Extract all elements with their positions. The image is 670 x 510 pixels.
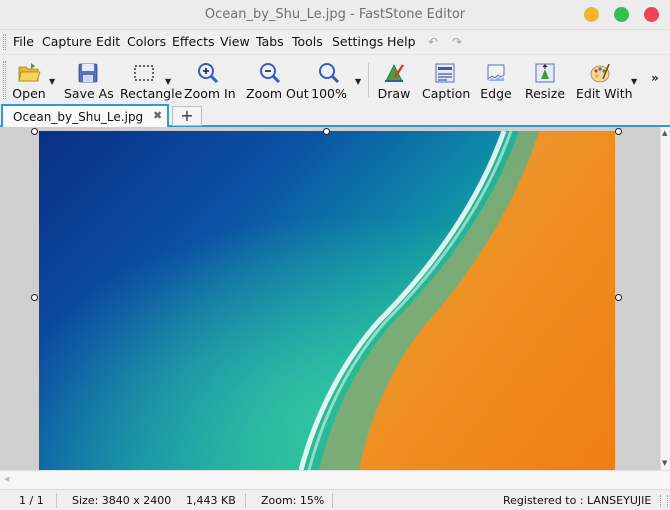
scroll-left-icon[interactable]: ◀ [4,475,9,483]
menu-help[interactable]: Help [387,34,416,49]
resize-handle-right[interactable] [615,294,622,301]
edge-label: Edge [480,86,512,101]
open-label: Open [12,86,46,101]
edge-icon [487,64,505,81]
status-separator [332,493,333,508]
scroll-down-icon[interactable]: ▼ [662,459,667,467]
new-tab-button[interactable]: + [172,106,202,126]
selection-rectangle-icon [134,65,154,81]
size-grip[interactable] [660,495,668,507]
resize-icon [535,63,555,83]
draw-icon [385,64,404,82]
rectangle-label: Rectangle [120,86,183,101]
edit-with-button[interactable]: Edit With [576,59,633,103]
rectangle-button[interactable]: Rectangle [120,59,182,103]
open-button[interactable]: Open [12,59,46,103]
ocean-image[interactable] [39,131,615,470]
status-zoom: Zoom: 15% [261,494,325,507]
canvas-area[interactable] [0,127,660,470]
status-page: 1 / 1 [19,494,44,507]
toolbar-overflow-icon[interactable]: » [651,71,659,85]
caption-label: Caption [422,86,471,101]
close-button[interactable] [644,7,659,22]
maximize-button[interactable] [614,7,629,22]
undo-icon[interactable]: ↶ [428,35,438,49]
zoom-in-icon [198,63,219,84]
draw-label: Draw [377,86,411,101]
zoom-100-label: 100% [311,86,347,101]
horizontal-scrollbar[interactable]: ◀ [0,470,670,489]
menu-colors[interactable]: Colors [127,34,166,49]
caption-button[interactable]: Caption [422,59,470,103]
resize-button[interactable]: Resize [525,59,565,103]
edit-with-dropdown-icon[interactable]: ▼ [631,77,637,86]
resize-label: Resize [524,86,566,101]
save-as-button[interactable]: Save As [64,59,114,103]
status-bar: 1 / 1 Size: 3840 x 2400 1,443 KB Zoom: 1… [0,489,670,510]
menu-tabs[interactable]: Tabs [256,34,284,49]
resize-handle-top-left[interactable] [31,128,38,135]
status-filesize: 1,443 KB [186,494,236,507]
menubar-grip[interactable] [3,34,6,50]
open-dropdown-icon[interactable]: ▼ [49,77,55,86]
menu-bar: File Capture Edit Colors Effects View Ta… [0,30,670,54]
tab-ocean-image[interactable]: Ocean_by_Shu_Le.jpg ✖ [1,104,169,127]
magnifier-icon [319,63,340,84]
resize-handle-top-right[interactable] [615,128,622,135]
menu-view[interactable]: View [220,34,250,49]
menu-edit[interactable]: Edit [96,34,120,49]
menu-effects[interactable]: Effects [172,34,215,49]
scroll-up-icon[interactable]: ▲ [662,129,667,137]
tab-close-icon[interactable]: ✖ [153,109,162,122]
tab-strip: Ocean_by_Shu_Le.jpg ✖ + [0,103,670,127]
zoom-100-button[interactable]: 100% [311,59,347,103]
draw-button[interactable]: Draw [378,59,410,103]
zoom-out-button[interactable]: Zoom Out [246,59,309,103]
status-separator [245,493,246,508]
menu-settings[interactable]: Settings [332,34,383,49]
menu-file[interactable]: File [13,34,34,49]
status-separator [56,493,57,508]
menu-capture[interactable]: Capture [42,34,92,49]
window-title: Ocean_by_Shu_Le.jpg - FastStone Editor [204,7,466,22]
status-registered: Registered to : LANSEYUJIE [503,494,652,507]
vertical-scrollbar[interactable]: ▲ ▼ [660,127,670,470]
tab-label: Ocean_by_Shu_Le.jpg [13,110,144,124]
resize-handle-left[interactable] [31,294,38,301]
resize-handle-top[interactable] [323,128,330,135]
menu-tools[interactable]: Tools [292,34,323,49]
toolbar: Open ▼ Save As Rectangle ▼ Zoom In Zoom … [0,54,670,103]
zoom-in-button[interactable]: Zoom In [184,59,236,103]
edit-with-label: Edit With [576,86,633,101]
app-window: Ocean_by_Shu_Le.jpg - FastStone Editor F… [0,0,670,510]
floppy-disk-icon [78,63,98,83]
edge-button[interactable]: Edge [480,59,512,103]
save-as-label: Save As [64,86,114,101]
minimize-button[interactable] [584,7,599,22]
status-size: Size: 3840 x 2400 [72,494,172,507]
toolbar-separator [368,63,369,97]
zoom-dropdown-icon[interactable]: ▼ [355,77,361,86]
zoom-in-label: Zoom In [184,86,236,101]
palette-icon [590,63,610,83]
redo-icon[interactable]: ↷ [452,35,462,49]
rectangle-dropdown-icon[interactable]: ▼ [165,77,171,86]
title-bar: Ocean_by_Shu_Le.jpg - FastStone Editor [0,0,670,30]
zoom-out-label: Zoom Out [246,86,309,101]
folder-open-icon [18,63,41,82]
zoom-out-icon [260,63,281,84]
caption-icon [435,63,455,83]
